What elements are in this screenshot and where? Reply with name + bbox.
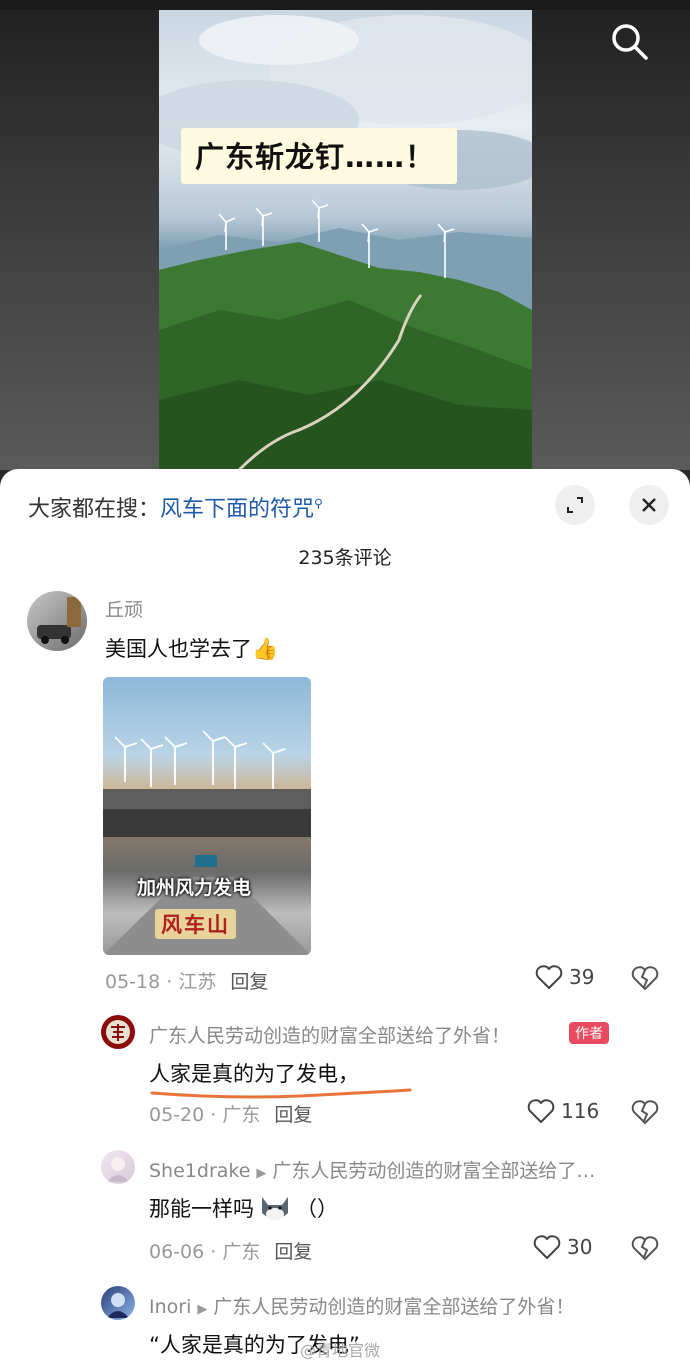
video-player[interactable]: 广东斩龙钉……！ [0,0,690,470]
broken-heart-icon[interactable] [631,1235,659,1263]
close-button[interactable] [629,485,669,525]
commenter-name[interactable]: 广东人民劳动创造的财富全部送给了外省！ [149,1021,510,1048]
thumbs-up-emoji: 👍 [252,637,279,661]
video-caption: 广东斩龙钉……！ [181,128,458,184]
comment-meta: 05-20 · 广东 回复 [149,1104,313,1126]
comment-sheet: 大家都在搜：风车下面的符咒⚲ 235条评论 丘顽 美国人也学去了👍 加州风力发电… [0,469,690,1369]
broken-heart-icon[interactable] [631,965,659,993]
status-strip [0,0,690,10]
like-button[interactable]: 116 [527,1098,599,1124]
highlight-underline [150,1088,412,1099]
comment-text: 人家是真的为了发电， [149,1062,359,1086]
avatar[interactable] [101,1150,135,1184]
expand-icon [567,497,583,513]
reply-button[interactable]: 回复 [274,1104,312,1126]
video-frame[interactable]: 广东斩龙钉……！ [159,10,532,470]
search-small-icon: ⚲ [314,496,323,511]
reply-button[interactable]: 回复 [274,1241,312,1263]
author-badge: 作者 [569,1022,609,1044]
comment-count: 235条评论 [298,547,392,569]
trending-link[interactable]: 风车下面的符咒 [160,497,314,522]
comment-meta: 05-18 · 江苏 回复 [105,971,269,993]
commenter-name[interactable]: She1drake ▶ 广东人民劳动创造的财富全部送给了… [149,1156,595,1183]
expand-button[interactable] [555,485,595,525]
commenter-name[interactable]: Inori ▶ 广东人民劳动创造的财富全部送给了外省！ [149,1292,574,1319]
broken-heart-icon[interactable] [631,1099,659,1127]
like-button[interactable]: 30 [533,1234,592,1260]
image-caption: 风车山 [155,909,236,939]
like-button[interactable]: 39 [535,964,594,990]
commenter-name[interactable]: 丘顽 [105,595,143,622]
watermark: @青地官微 [300,1341,381,1360]
heart-icon [533,1235,561,1259]
reply-to-name: 广东人民劳动创造的财富全部送给了外省！ [213,1296,575,1318]
comment-image[interactable]: 加州风力发电 风车山 [103,677,311,955]
like-count: 116 [561,1099,600,1123]
like-count: 39 [569,965,595,989]
heart-icon [535,965,563,989]
trending-prefix: 大家都在搜： [28,497,161,522]
heart-icon [527,1099,555,1123]
comment-meta: 06-06 · 广东 回复 [149,1241,313,1263]
comment-text: 那能一样吗 （） [149,1193,338,1223]
image-caption: 加州风力发电 [137,877,252,899]
reply-arrow-icon: ▶ [256,1166,267,1181]
search-icon[interactable] [608,20,652,64]
reply-to-name: 广东人民劳动创造的财富全部送给了… [272,1160,596,1182]
landscape-image [159,15,532,470]
husky-emoji-icon [258,1193,292,1223]
reply-button[interactable]: 回复 [230,971,268,993]
close-icon [642,498,656,512]
reply-arrow-icon: ▶ [197,1302,208,1317]
avatar[interactable] [101,1286,135,1320]
trending-search[interactable]: 大家都在搜：风车下面的符咒⚲ [28,491,323,523]
comment-text: 美国人也学去了👍 [105,637,279,661]
avatar[interactable] [101,1015,135,1049]
avatar[interactable] [27,591,87,651]
like-count: 30 [567,1235,593,1259]
